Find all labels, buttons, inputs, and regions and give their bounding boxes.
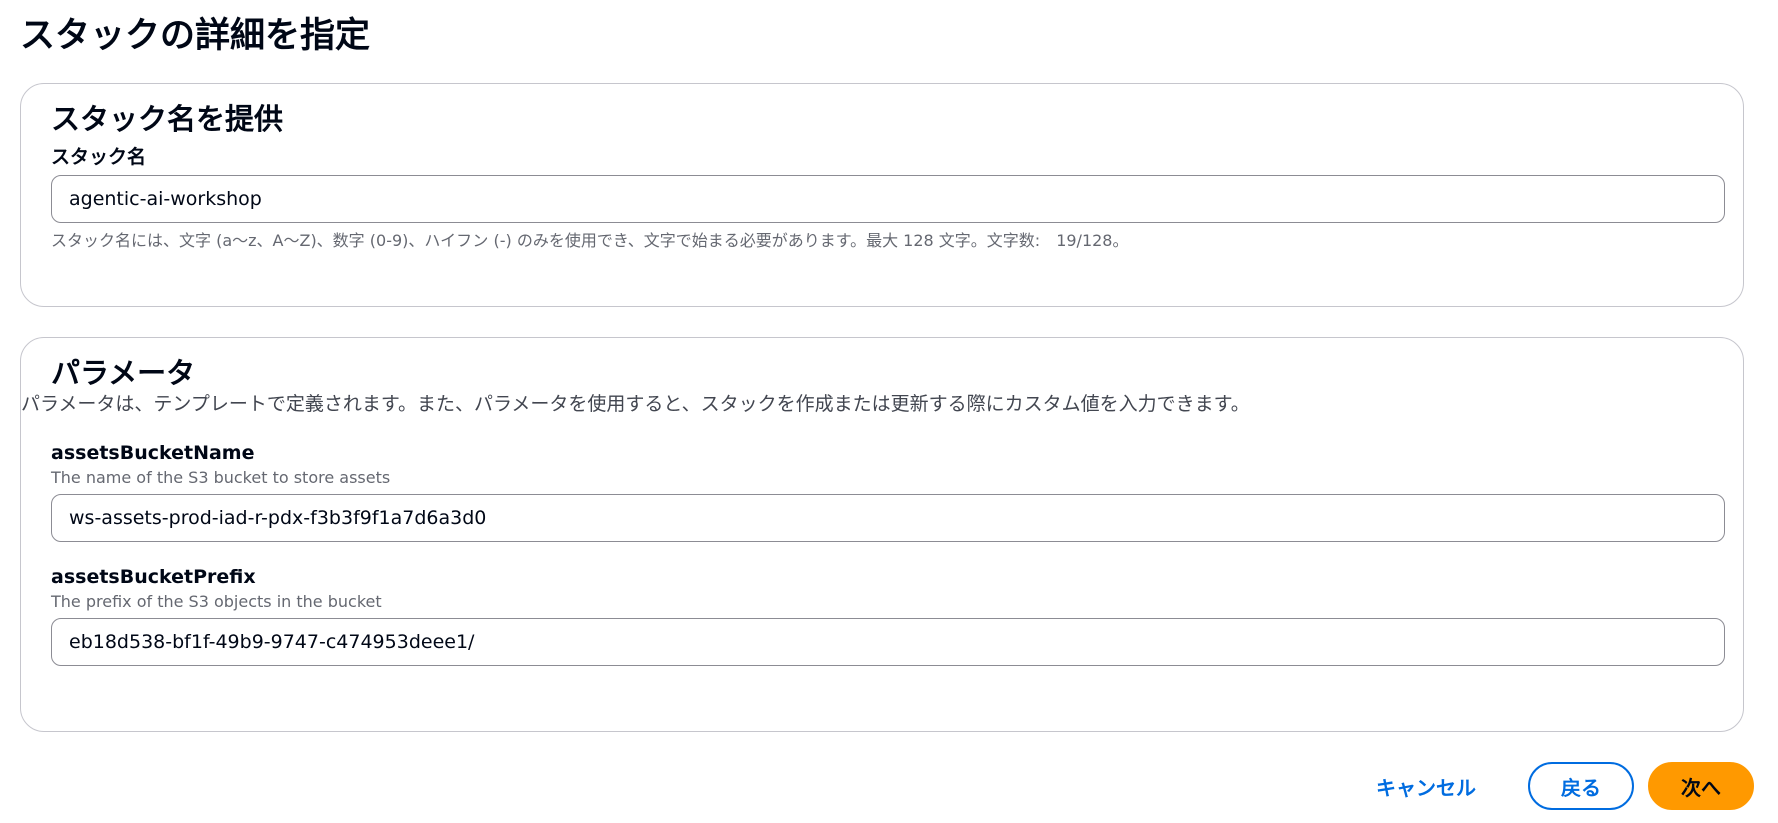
back-button[interactable]: 戻る bbox=[1528, 762, 1634, 810]
specify-stack-details-page: スタックの詳細を指定 スタック名を提供 スタック名 スタック名には、文字 (a〜… bbox=[0, 0, 1778, 823]
stack-name-constraint-text: スタック名には、文字 (a〜z、A〜Z)、数字 (0-9)、ハイフン (-) の… bbox=[51, 231, 1129, 250]
stack-name-input[interactable] bbox=[51, 175, 1725, 223]
stack-name-container: スタック名を提供 スタック名 スタック名には、文字 (a〜z、A〜Z)、数字 (… bbox=[20, 83, 1744, 307]
next-button[interactable]: 次へ bbox=[1648, 762, 1754, 810]
param-label-assets-bucket-prefix: assetsBucketPrefix bbox=[51, 566, 256, 588]
param-input-assets-bucket-name[interactable] bbox=[51, 494, 1725, 542]
param-input-assets-bucket-prefix[interactable] bbox=[51, 618, 1725, 666]
parameters-section-title: パラメータ bbox=[51, 356, 196, 390]
parameters-section-description: パラメータは、テンプレートで定義されます。また、パラメータを使用すると、スタック… bbox=[21, 393, 1250, 415]
page-title: スタックの詳細を指定 bbox=[20, 16, 371, 56]
param-description-assets-bucket-prefix: The prefix of the S3 objects in the buck… bbox=[51, 592, 382, 611]
cancel-button[interactable]: キャンセル bbox=[1358, 762, 1494, 810]
stack-name-label: スタック名 bbox=[51, 146, 147, 168]
parameters-container: パラメータ パラメータは、テンプレートで定義されます。また、パラメータを使用する… bbox=[20, 337, 1744, 732]
param-description-assets-bucket-name: The name of the S3 bucket to store asset… bbox=[51, 468, 391, 487]
param-label-assets-bucket-name: assetsBucketName bbox=[51, 442, 255, 464]
stack-name-section-title: スタック名を提供 bbox=[51, 102, 284, 136]
